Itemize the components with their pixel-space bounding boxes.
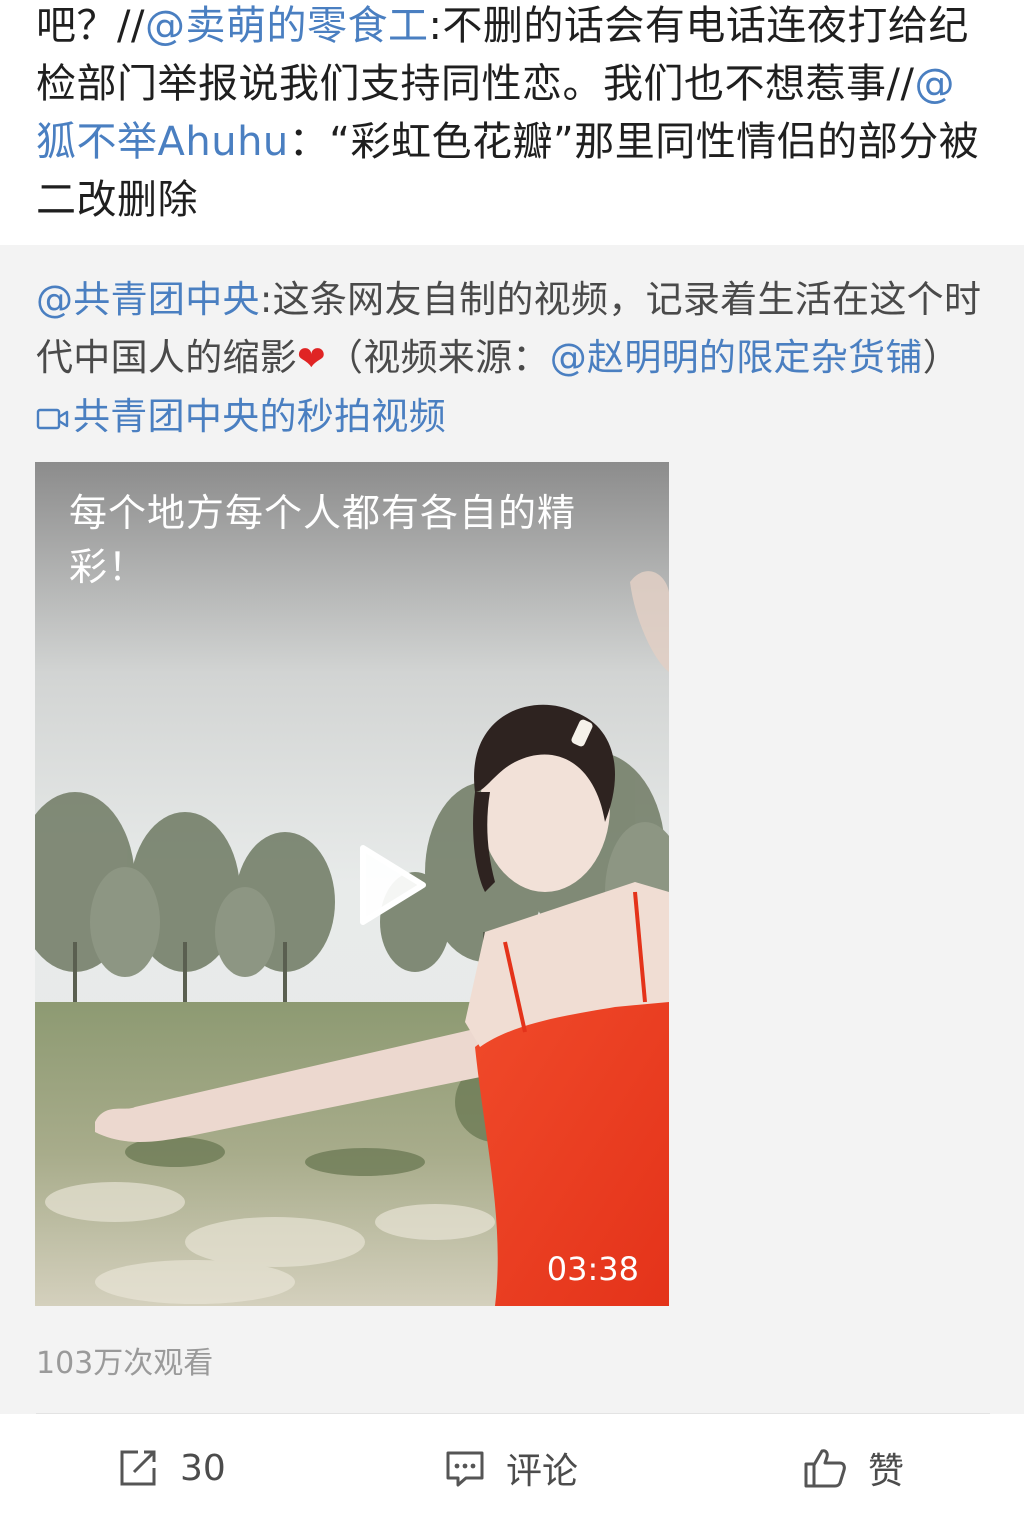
post-text-segment: 吧？//: [36, 3, 145, 49]
video-link-label: 共青团中央的秒拍视频: [73, 395, 446, 438]
post-body: 吧？//@卖萌的零食工:不删的话会有电话连夜打给纪检部门举报说我们支持同性恋。我…: [0, 0, 1024, 245]
heart-emoji: ❤: [297, 339, 326, 379]
share-icon: [120, 1450, 156, 1486]
reposted-card[interactable]: @共青团中央:这条网友自制的视频，记录着生活在这个时代中国人的缩影❤（视频来源：…: [0, 245, 1024, 1415]
play-icon[interactable]: [355, 842, 429, 928]
source-mention-link[interactable]: @赵明明的限定杂货铺: [550, 336, 923, 379]
video-player[interactable]: 每个地方每个人都有各自的精彩！ 03:38: [35, 462, 669, 1306]
repost-text: @共青团中央:这条网友自制的视频，记录着生活在这个时代中国人的缩影❤（视频来源：…: [36, 271, 996, 446]
post-text: 吧？//@卖萌的零食工:不删的话会有电话连夜打给纪检部门举报说我们支持同性恋。我…: [36, 0, 988, 229]
video-link[interactable]: 共青团中央的秒拍视频: [36, 395, 446, 438]
comment-icon: [446, 1451, 484, 1487]
repost-text-segment: （视频来源：: [325, 336, 550, 379]
action-bar: 30 评论 赞: [0, 1414, 1024, 1522]
view-count: 103万次观看: [36, 1346, 214, 1381]
video-duration: 03:38: [546, 1250, 639, 1288]
share-button[interactable]: 30: [116, 1442, 226, 1494]
like-button[interactable]: 赞: [802, 1442, 904, 1494]
comment-button[interactable]: 评论: [444, 1442, 578, 1494]
video-caption: 每个地方每个人都有各自的精彩！: [69, 491, 577, 589]
repost-author-link[interactable]: @共青团中央: [36, 278, 260, 321]
comment-label: 评论: [506, 1451, 579, 1492]
video-camera-icon: [36, 408, 69, 430]
thumbs-up-icon: [804, 1449, 846, 1488]
like-label: 赞: [868, 1451, 905, 1492]
mention-link[interactable]: @卖萌的零食工: [145, 3, 429, 49]
share-count: 30: [180, 1447, 226, 1489]
repost-text-segment: ）: [922, 336, 961, 379]
